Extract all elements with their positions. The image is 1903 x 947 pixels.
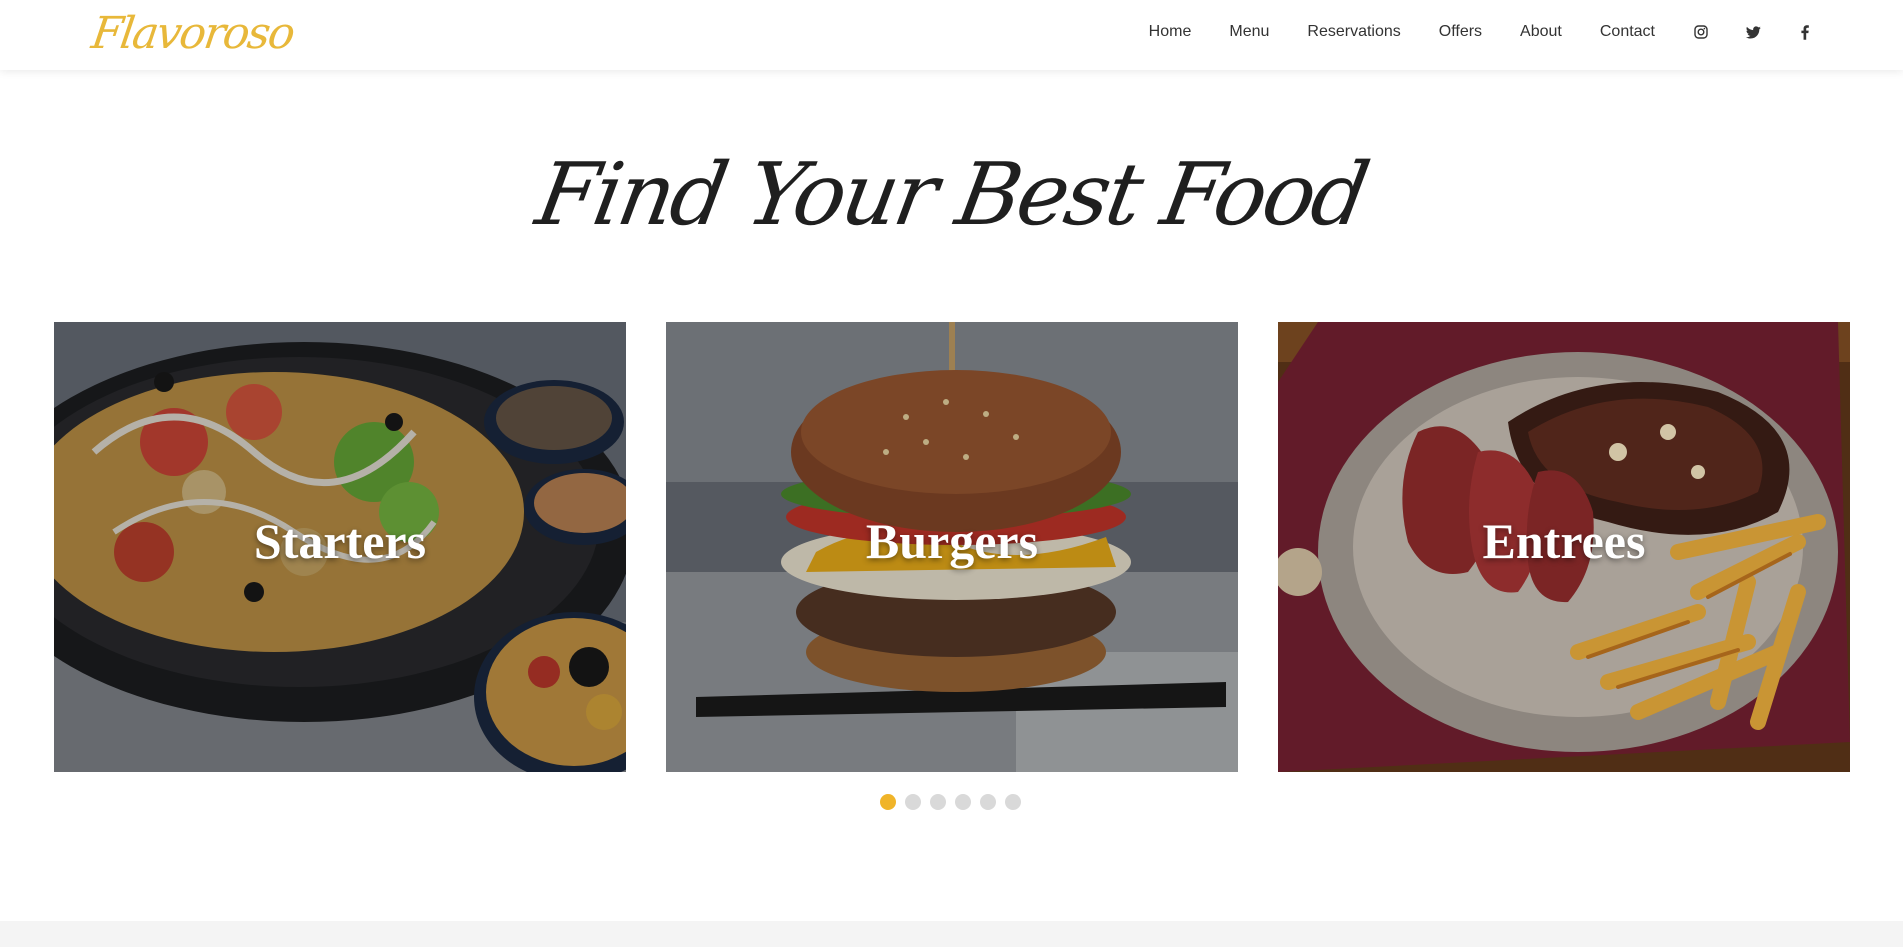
carousel-dot-2[interactable]	[905, 794, 921, 810]
nav-link-menu[interactable]: Menu	[1229, 23, 1269, 41]
carousel-pagination	[880, 794, 1030, 810]
logo[interactable]: Flavoroso	[88, 6, 297, 62]
category-carousel: Starters Burgers Entrees	[54, 322, 1850, 772]
carousel-dot-3[interactable]	[930, 794, 946, 810]
page-heading: Find Your Best Food	[529, 145, 1374, 245]
category-card-burgers[interactable]: Burgers	[666, 322, 1238, 772]
carousel-dot-1[interactable]	[880, 794, 896, 810]
navbar: Flavoroso Home Menu Reservations Offers …	[0, 0, 1903, 70]
footer-band	[0, 921, 1903, 947]
nav-link-offers[interactable]: Offers	[1439, 23, 1482, 41]
nav-links: Home Menu Reservations Offers About Cont…	[1149, 0, 1903, 64]
carousel-dot-4[interactable]	[955, 794, 971, 810]
nav-link-home[interactable]: Home	[1149, 23, 1192, 41]
card-label: Entrees	[1482, 513, 1646, 569]
nav-link-reservations[interactable]: Reservations	[1307, 23, 1400, 41]
card-label: Starters	[253, 513, 427, 569]
facebook-icon[interactable]	[1797, 24, 1813, 40]
carousel-dot-6[interactable]	[1005, 794, 1021, 810]
nav-link-about[interactable]: About	[1520, 23, 1562, 41]
category-card-starters[interactable]: Starters	[54, 322, 626, 772]
carousel-dot-5[interactable]	[980, 794, 996, 810]
card-label: Burgers	[865, 513, 1039, 569]
category-card-entrees[interactable]: Entrees	[1278, 322, 1850, 772]
twitter-icon[interactable]	[1745, 24, 1761, 40]
social-links	[1693, 24, 1813, 40]
nav-link-contact[interactable]: Contact	[1600, 23, 1655, 41]
instagram-icon[interactable]	[1693, 24, 1709, 40]
